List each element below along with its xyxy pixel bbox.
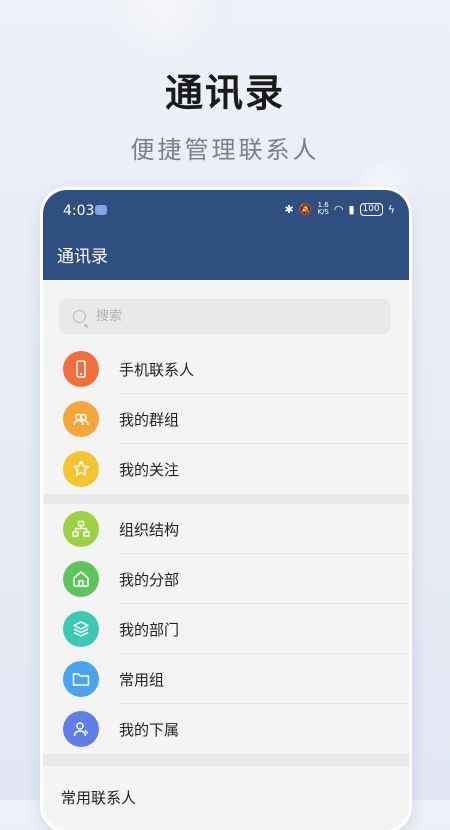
subordinates-icon	[63, 711, 99, 747]
phone-icon	[63, 351, 99, 387]
bluetooth-icon: ✱	[284, 202, 294, 216]
frequent-contacts-header: 常用联系人	[61, 789, 137, 807]
menu-item-my-groups[interactable]: 我的群组	[43, 394, 409, 444]
search-icon	[73, 310, 86, 323]
notification-icon	[95, 205, 107, 215]
section-gap	[43, 494, 409, 504]
background-decoration	[118, 0, 228, 70]
star-icon	[63, 451, 99, 487]
group-icon	[63, 401, 99, 437]
wifi-icon: ◠	[333, 202, 344, 216]
promo-title: 通讯录	[164, 71, 285, 115]
status-time: 4:03	[63, 203, 95, 219]
menu-item-my-department[interactable]: 我的部门	[43, 604, 409, 654]
menu-item-phone-contacts[interactable]: 手机联系人	[43, 344, 409, 394]
status-icons: ✱ 🔕 1.6 K/S ◠ ▮ 100 ϟ	[285, 202, 395, 216]
sim-icon: ▮	[348, 202, 355, 216]
menu-item-my-follows[interactable]: 我的关注	[43, 444, 409, 494]
menu-item-my-branch[interactable]: 我的分部	[43, 554, 409, 604]
contacts-content: 手机联系人 我的群组 我的关注 组织结构	[43, 280, 409, 830]
home-icon	[63, 561, 99, 597]
menu-item-my-subordinates[interactable]: 我的下属	[43, 704, 409, 754]
battery-indicator: 100	[359, 202, 383, 216]
app-header: 4:03 ✱ 🔕 1.6 K/S ◠ ▮ 100 ϟ 通讯录	[43, 190, 409, 280]
phone-mockup: 4:03 ✱ 🔕 1.6 K/S ◠ ▮ 100 ϟ 通讯录 手机联系人	[43, 190, 409, 830]
app-title: 通讯录	[57, 247, 108, 267]
layers-icon	[63, 611, 99, 647]
section-gap	[43, 754, 409, 766]
network-speed: 1.6 K/S	[317, 201, 329, 216]
mute-icon: 🔕	[298, 202, 313, 216]
org-chart-icon	[63, 511, 99, 547]
menu-item-common-groups[interactable]: 常用组	[43, 654, 409, 704]
menu-item-org-structure[interactable]: 组织结构	[43, 504, 409, 554]
promo-subtitle: 便捷管理联系人	[130, 136, 320, 164]
folder-icon	[63, 661, 99, 697]
search-input[interactable]	[94, 308, 378, 325]
search-bar[interactable]	[59, 299, 391, 334]
charging-icon: ϟ	[387, 202, 395, 216]
